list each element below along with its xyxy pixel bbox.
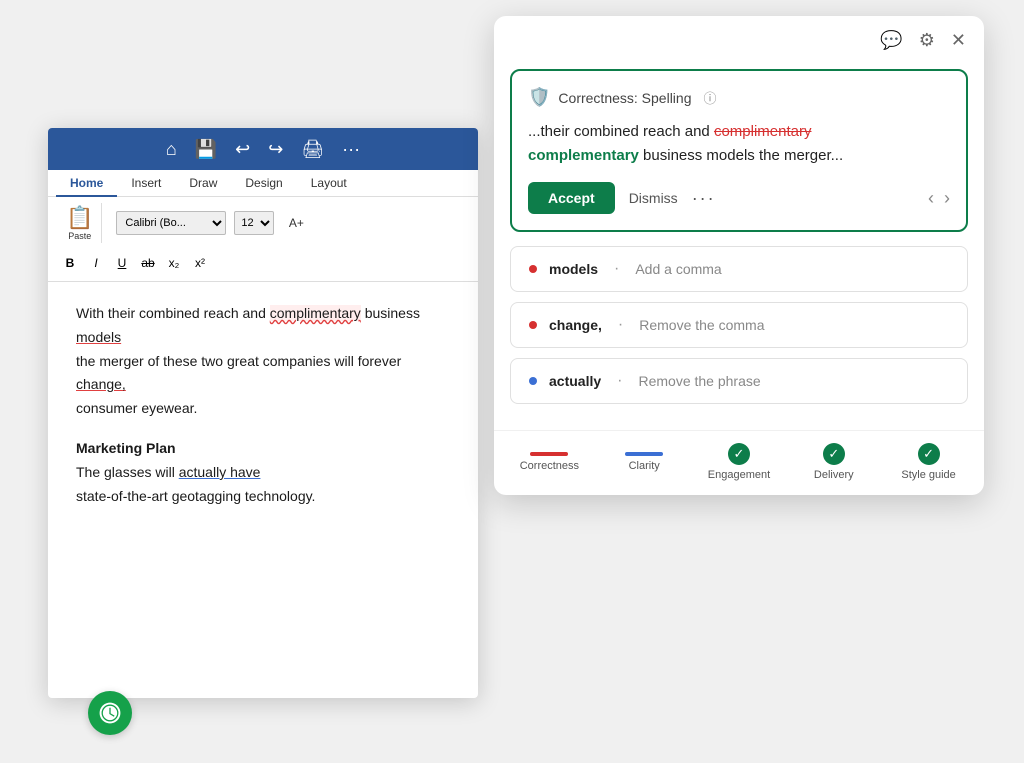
paragraph-2: Marketing Plan The glasses will actually…: [76, 437, 450, 508]
footer-tab-delivery[interactable]: ✓ Delivery: [799, 443, 869, 481]
tab-design[interactable]: Design: [231, 170, 296, 196]
card-header: 🛡️ Correctness: Spelling ⓘ: [528, 87, 950, 108]
underlined-word: models: [76, 329, 121, 345]
print-icon[interactable]: 🖨: [301, 139, 324, 160]
para1-end: consumer eyewear.: [76, 400, 197, 416]
word-ribbon: Home Insert Draw Design Layout 📋 Paste C…: [48, 170, 478, 282]
panel-body: 🛡️ Correctness: Spelling ⓘ ...their comb…: [494, 59, 984, 430]
divider-models: ·: [614, 260, 619, 278]
paste-icon[interactable]: 📋: [66, 205, 93, 231]
dot-blue-actually: [529, 377, 537, 385]
tab-layout[interactable]: Layout: [297, 170, 361, 196]
para2-after: state-of-the-art geotagging technology.: [76, 488, 315, 504]
superscript-button[interactable]: x²: [188, 251, 212, 275]
grammarly-panel: 💬 ⚙ ✕ 🛡️ Correctness: Spelling ⓘ ...thei…: [494, 16, 984, 495]
tab-draw[interactable]: Draw: [175, 170, 231, 196]
more-options-button[interactable]: ···: [692, 188, 716, 209]
redo-icon[interactable]: ↪: [268, 139, 283, 160]
change-word: change,: [76, 376, 126, 392]
para1-after: business: [365, 305, 420, 321]
more-icon[interactable]: ···: [342, 139, 360, 160]
para2-before: The glasses will: [76, 464, 175, 480]
strikethrough-button[interactable]: ab: [136, 251, 160, 275]
clarity-indicator: [625, 452, 663, 456]
styleguide-check: ✓: [918, 443, 940, 465]
clarity-label: Clarity: [629, 460, 660, 472]
suggestion-item-change[interactable]: change, · Remove the comma: [510, 302, 968, 348]
correctness-label: Correctness: [520, 460, 579, 472]
paragraph-1: With their combined reach and compliment…: [76, 302, 450, 421]
chat-icon[interactable]: 💬: [880, 30, 902, 51]
footer-tab-styleguide[interactable]: ✓ Style guide: [894, 443, 964, 481]
paste-label: Paste: [68, 231, 91, 241]
card-title: Correctness: Spelling: [558, 90, 691, 106]
styleguide-label: Style guide: [901, 469, 955, 481]
save-icon[interactable]: 💾: [195, 139, 217, 160]
tab-home[interactable]: Home: [56, 170, 117, 196]
grammarly-logo[interactable]: [88, 691, 132, 735]
engagement-label: Engagement: [708, 469, 770, 481]
footer-tab-clarity[interactable]: Clarity: [609, 452, 679, 472]
italic-button[interactable]: I: [84, 251, 108, 275]
para1-before: With their combined reach and: [76, 305, 266, 321]
info-icon[interactable]: ⓘ: [703, 88, 716, 107]
delivery-label: Delivery: [814, 469, 854, 481]
suggestion-word-change: change,: [549, 317, 602, 333]
panel-footer: Correctness Clarity ✓ Engagement ✓ Deliv…: [494, 430, 984, 495]
spelling-card: 🛡️ Correctness: Spelling ⓘ ...their comb…: [510, 69, 968, 232]
actually-have: actually have: [179, 464, 261, 480]
card-text-before: ...their combined reach and: [528, 123, 710, 140]
word-content: With their combined reach and compliment…: [48, 282, 478, 544]
word-tabs: Home Insert Draw Design Layout: [48, 170, 478, 197]
dismiss-button[interactable]: Dismiss: [629, 190, 678, 206]
size-select[interactable]: 12: [234, 211, 274, 235]
word-titlebar: ⌂ 💾 ↩ ↪ 🖨 ···: [48, 128, 478, 170]
footer-tab-correctness[interactable]: Correctness: [514, 452, 584, 472]
engagement-check: ✓: [728, 443, 750, 465]
para1-rest: the merger of these two great companies …: [76, 353, 401, 369]
word-toolbar: 📋 Paste Calibri (Bo... 12 A+ B I U ab x₂…: [48, 197, 478, 281]
nav-arrows: ‹ ›: [928, 188, 950, 209]
suggestion-desc-actually: Remove the phrase: [638, 373, 760, 389]
settings-icon[interactable]: ⚙: [919, 30, 935, 51]
correctness-indicator: [530, 452, 568, 456]
card-actions: Accept Dismiss ··· ‹ ›: [528, 182, 950, 214]
underline-button[interactable]: U: [110, 251, 134, 275]
section-header: Marketing Plan: [76, 440, 176, 456]
tab-insert[interactable]: Insert: [117, 170, 175, 196]
word-window: ⌂ 💾 ↩ ↪ 🖨 ··· Home Insert Draw Design La…: [48, 128, 478, 698]
footer-tab-engagement[interactable]: ✓ Engagement: [704, 443, 774, 481]
home-icon[interactable]: ⌂: [166, 139, 177, 160]
suggestion-desc-models: Add a comma: [635, 261, 721, 277]
bold-button[interactable]: B: [58, 251, 82, 275]
subscript-button[interactable]: x₂: [162, 251, 186, 275]
shield-icon: 🛡️: [528, 87, 550, 108]
dot-red-change: [529, 321, 537, 329]
correction-word: complementary: [528, 147, 639, 164]
accept-button[interactable]: Accept: [528, 182, 615, 214]
format-group: B I U ab x₂ x²: [58, 251, 212, 275]
misspelled-word: complimentary: [270, 305, 361, 321]
font-select[interactable]: Calibri (Bo...: [116, 211, 226, 235]
panel-header: 💬 ⚙ ✕: [494, 16, 984, 59]
suggestion-item-actually[interactable]: actually · Remove the phrase: [510, 358, 968, 404]
delivery-check: ✓: [823, 443, 845, 465]
suggestion-item-models[interactable]: models · Add a comma: [510, 246, 968, 292]
suggestion-desc-change: Remove the comma: [639, 317, 764, 333]
card-text-after: business models the merger...: [643, 147, 843, 164]
strikethrough-word: complimentary: [714, 123, 812, 140]
dot-red-models: [529, 265, 537, 273]
undo-icon[interactable]: ↩: [235, 139, 250, 160]
close-button[interactable]: ✕: [951, 30, 966, 51]
prev-arrow[interactable]: ‹: [928, 188, 934, 209]
card-text: ...their combined reach and complimentar…: [528, 120, 950, 168]
suggestion-word-models: models: [549, 261, 598, 277]
divider-actually: ·: [617, 372, 622, 390]
next-arrow[interactable]: ›: [944, 188, 950, 209]
font-size-increase[interactable]: A+: [282, 209, 310, 237]
paste-group: 📋 Paste: [58, 203, 102, 243]
divider-change: ·: [618, 316, 623, 334]
suggestion-word-actually: actually: [549, 373, 601, 389]
